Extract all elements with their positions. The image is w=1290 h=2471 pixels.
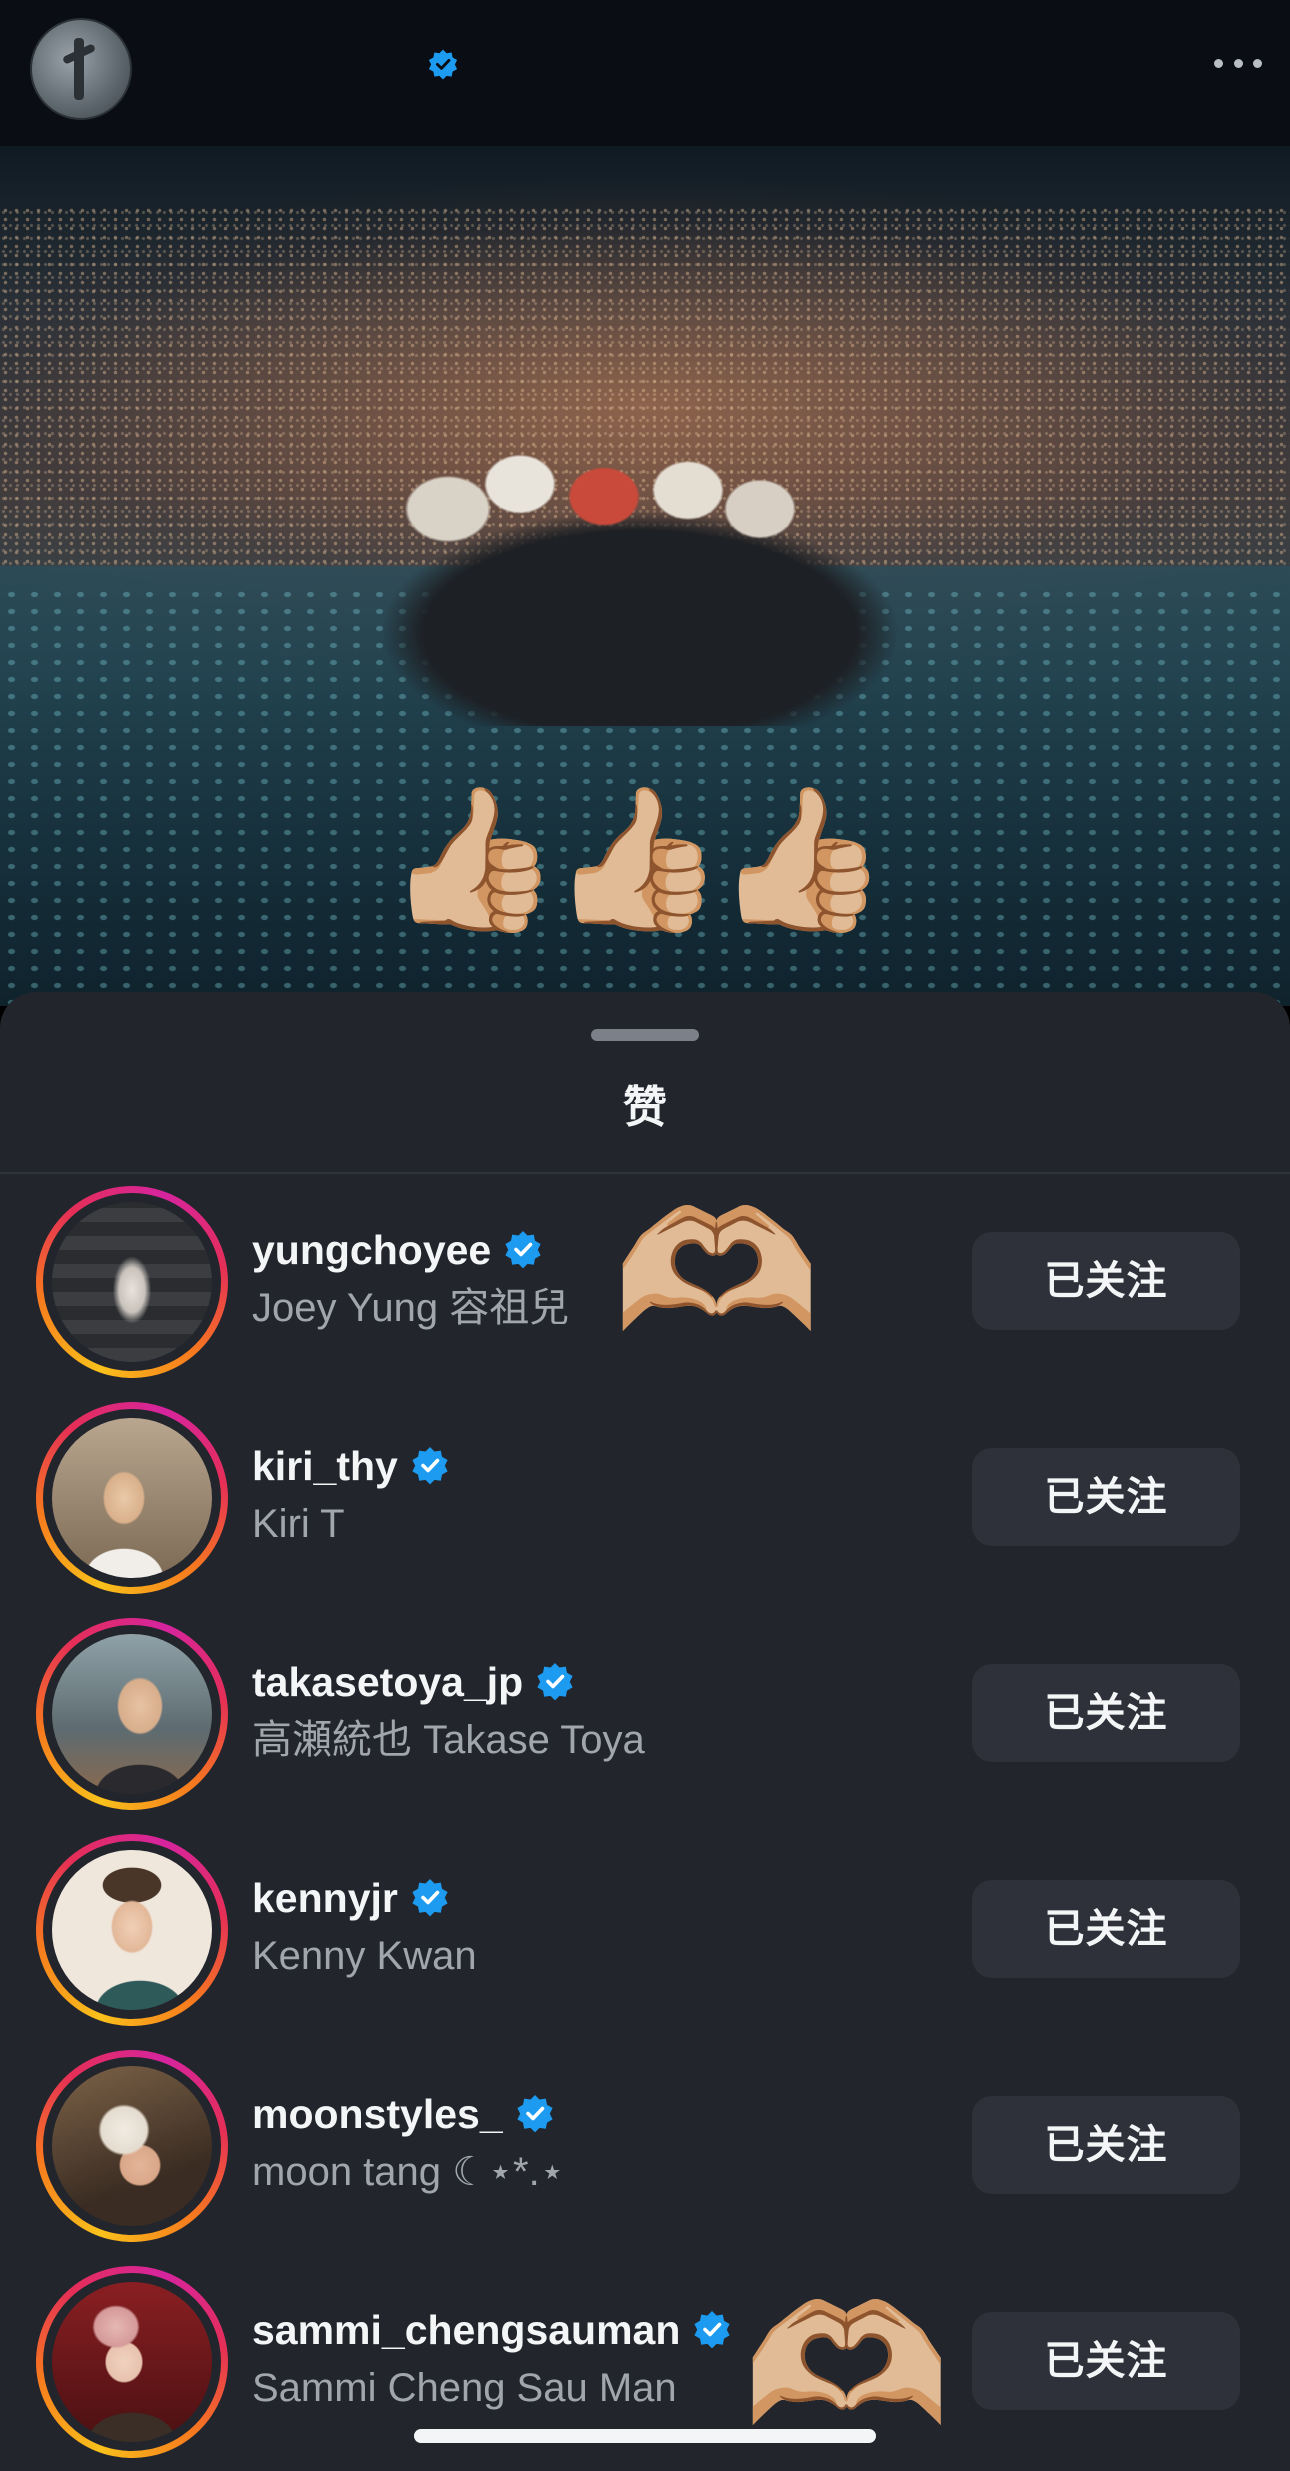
username[interactable]: takasetoya_jp [252,1656,575,1708]
heart-hands-emoji: 🫶🏼 [612,1178,822,1366]
list-item[interactable]: kennyjr Kenny Kwan 已关注 [0,1822,1290,2038]
sheet-title: 赞 [623,1083,667,1132]
full-name: Joey Yung 容祖兒 [252,1286,570,1330]
thumbs-up-emoji: 👍🏼👍🏼👍🏼 [386,780,889,937]
full-name: Kenny Kwan [252,1934,477,1978]
profile-avatar[interactable] [30,18,132,120]
following-button[interactable]: 已关注 [972,2096,1240,2194]
sheet-grabber-handle[interactable] [591,1029,699,1041]
verified-badge-icon [517,2095,553,2133]
verified-badge-icon [428,49,458,80]
avatar[interactable] [52,1202,212,1362]
full-name: Sammi Cheng Sau Man [252,2366,677,2410]
list-item[interactable]: takasetoya_jp 高瀬統也 Takase Toya 已关注 [0,1606,1290,1822]
avatar[interactable] [52,1634,212,1794]
post-photo[interactable]: 👍🏼👍🏼👍🏼 [0,146,1290,1006]
verified-badge-icon [412,1879,448,1917]
verified-badge-icon [412,1447,448,1485]
verified-badge-icon [537,1663,573,1701]
username[interactable]: sammi_chengsauman [252,2304,732,2356]
avatar[interactable] [52,1418,212,1578]
following-button[interactable]: 已关注 [972,1232,1240,1330]
following-button[interactable]: 已关注 [972,1664,1240,1762]
avatar[interactable] [52,2282,212,2442]
home-indicator[interactable] [414,2429,876,2443]
more-dot [1214,58,1223,68]
following-button[interactable]: 已关注 [972,1880,1240,1978]
full-name: moon tang ☾⋆*.⋆ [252,2150,565,2194]
more-dot [1253,58,1262,68]
full-name: 高瀬統也 Takase Toya [252,1718,645,1762]
username[interactable]: moonstyles_ [252,2088,555,2140]
verified-badge-icon [694,2311,731,2349]
list-item[interactable]: moonstyles_ moon tang ☾⋆*.⋆ 已关注 [0,2038,1290,2254]
avatar[interactable] [52,1850,212,2010]
more-options-icon[interactable] [1214,56,1262,70]
post-header [0,0,1290,146]
username[interactable]: kiri_thy [252,1440,450,1492]
photo-performers [340,416,940,726]
username[interactable]: kennyjr [252,1872,450,1924]
more-dot [1233,58,1243,68]
avatar[interactable] [52,2066,212,2226]
list-item[interactable]: kiri_thy Kiri T 已关注 [0,1390,1290,1606]
verified-badge-icon [505,1231,541,1269]
full-name: Kiri T [252,1502,345,1546]
following-button[interactable]: 已关注 [972,1448,1240,1546]
following-button[interactable]: 已关注 [972,2312,1240,2410]
username[interactable]: yungchoyee [252,1224,543,1276]
